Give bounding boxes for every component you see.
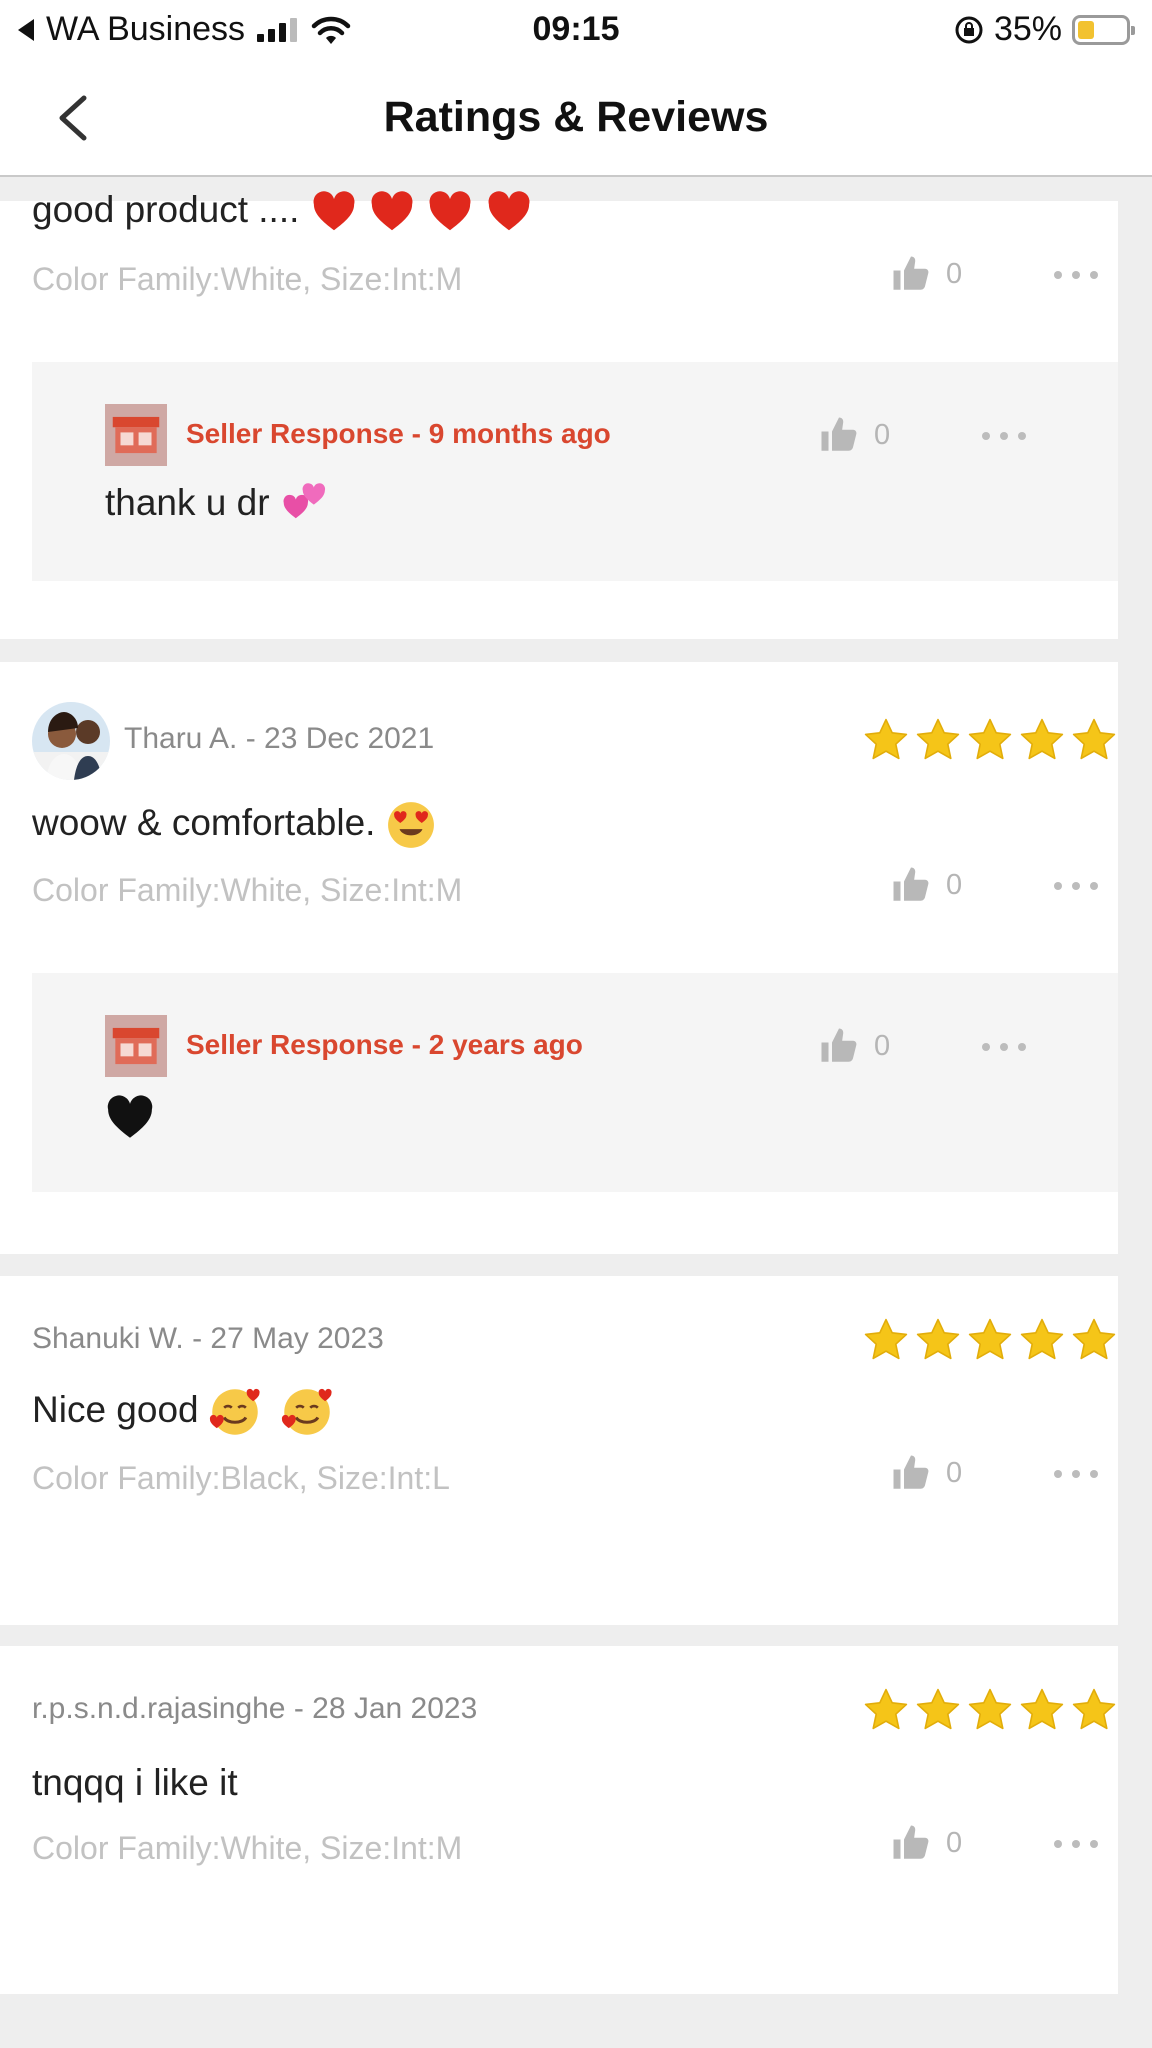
- seller-response-text: [105, 1093, 155, 1143]
- star-icon: [966, 1686, 1014, 1734]
- status-bar: WA Business 09:15 35%: [0, 0, 1152, 60]
- star-icon: [1018, 1686, 1066, 1734]
- red-heart-icon: [485, 189, 533, 235]
- variant-info: Color Family:Black, Size:Int:L: [32, 1460, 450, 1496]
- wifi-icon: [311, 16, 351, 44]
- hearts-emoji: [310, 189, 533, 230]
- star-icon: [914, 716, 962, 764]
- more-options-button[interactable]: [1054, 1468, 1098, 1480]
- battery-percent: 35%: [993, 10, 1062, 48]
- red-heart-icon: [426, 189, 474, 235]
- review-text: good product ....: [32, 189, 533, 235]
- star-rating: [862, 716, 1118, 766]
- app-header: Ratings & Reviews: [0, 60, 1152, 177]
- star-icon: [1018, 716, 1066, 764]
- more-options-button[interactable]: [982, 430, 1026, 442]
- star-rating: [862, 1316, 1118, 1366]
- thumbs-up-icon: [818, 1025, 860, 1067]
- more-options-button[interactable]: [1054, 1838, 1098, 1850]
- seller-response-title: Seller Response - 9 months ago: [186, 418, 611, 449]
- page-title: Ratings & Reviews: [383, 93, 769, 141]
- like-button[interactable]: 0: [890, 864, 962, 906]
- review-card: r.p.s.n.d.rajasinghe - 28 Jan 2023 tnqqq…: [0, 1646, 1118, 1994]
- star-rating: [862, 1686, 1118, 1736]
- more-options-button[interactable]: [1054, 269, 1098, 281]
- red-heart-icon: [368, 189, 416, 235]
- star-icon: [862, 1686, 910, 1734]
- seller-shop-icon: [105, 404, 167, 466]
- seller-response-text: thank u dr: [105, 482, 330, 528]
- thumbs-up-icon: [818, 414, 860, 456]
- like-button[interactable]: 0: [890, 1452, 962, 1494]
- carrier-label[interactable]: WA Business: [46, 10, 245, 49]
- status-left: WA Business: [18, 10, 351, 49]
- review-card: Tharu A. - 23 Dec 2021 woow & comfortabl…: [0, 662, 1118, 1254]
- variant-info: Color Family:White, Size:Int:M: [32, 261, 463, 297]
- star-icon: [966, 1316, 1014, 1364]
- like-count: 0: [874, 418, 891, 451]
- two-hearts-emoji-icon: [280, 482, 330, 528]
- more-options-button[interactable]: [1054, 880, 1098, 892]
- star-icon: [1018, 1316, 1066, 1364]
- seller-response: Seller Response - 9 months ago 0 thank u…: [32, 362, 1118, 581]
- review-card: good product .... Color Family:White, Si…: [0, 189, 1118, 639]
- heart-eyes-emoji-icon: [387, 802, 434, 848]
- star-icon: [1070, 1316, 1118, 1364]
- star-icon: [966, 716, 1014, 764]
- like-button[interactable]: 0: [890, 1822, 962, 1864]
- seller-like-button[interactable]: 0: [818, 414, 890, 456]
- thumbs-up-icon: [890, 1822, 932, 1864]
- seller-like-button[interactable]: 0: [818, 1025, 890, 1067]
- thumbs-up-icon: [890, 864, 932, 906]
- star-icon: [1070, 1686, 1118, 1734]
- battery-icon: [1072, 14, 1135, 45]
- thumbs-up-icon: [890, 253, 932, 295]
- like-button[interactable]: 0: [890, 253, 962, 295]
- reviewer-name-date: r.p.s.n.d.rajasinghe - 28 Jan 2023: [32, 1692, 478, 1725]
- star-icon: [914, 1316, 962, 1364]
- star-icon: [914, 1686, 962, 1734]
- thumbs-up-icon: [890, 1452, 932, 1494]
- black-heart-emoji-icon: [105, 1093, 155, 1143]
- like-count: 0: [874, 1029, 891, 1062]
- variant-info: Color Family:White, Size:Int:M: [32, 872, 463, 908]
- like-count: 0: [946, 1456, 963, 1489]
- orientation-lock-icon: [955, 16, 983, 43]
- review-text: woow & comfortable.: [32, 800, 436, 850]
- status-right: 35%: [954, 10, 1135, 49]
- review-text: Nice good: [32, 1386, 333, 1438]
- star-icon: [862, 1316, 910, 1364]
- back-to-app-icon[interactable]: [18, 18, 34, 41]
- reviewer-name-date: Shanuki W. - 27 May 2023: [32, 1322, 384, 1355]
- variant-info: Color Family:White, Size:Int:M: [32, 1830, 463, 1866]
- star-icon: [1070, 716, 1118, 764]
- like-count: 0: [946, 1826, 963, 1859]
- seller-response: Seller Response - 2 years ago 0: [32, 973, 1118, 1192]
- like-count: 0: [946, 868, 963, 901]
- like-count: 0: [946, 257, 963, 290]
- smiling-face-with-hearts-emoji-icon: [209, 1386, 261, 1435]
- red-heart-icon: [310, 189, 358, 235]
- reviewer-avatar: [32, 702, 110, 780]
- review-card: Shanuki W. - 27 May 2023 Nice good Color…: [0, 1276, 1118, 1625]
- cellular-signal-icon: [257, 17, 298, 42]
- smiling-face-with-hearts-emoji-icon: [281, 1386, 333, 1435]
- star-icon: [862, 716, 910, 764]
- seller-shop-icon: [105, 1015, 167, 1077]
- review-text: tnqqq i like it: [32, 1762, 238, 1803]
- more-options-button[interactable]: [982, 1041, 1026, 1053]
- reviewer-name-date: Tharu A. - 23 Dec 2021: [124, 722, 435, 755]
- seller-response-title: Seller Response - 2 years ago: [186, 1029, 583, 1060]
